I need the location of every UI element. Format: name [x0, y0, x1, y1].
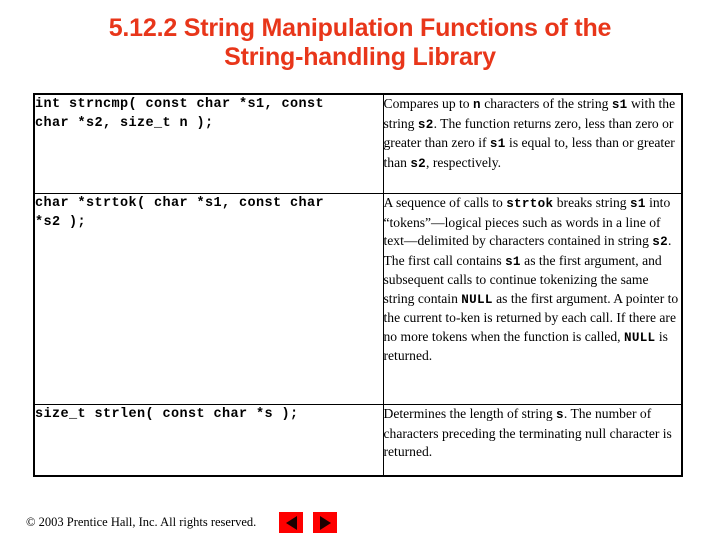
inline-text: Determines the length of string [383, 406, 557, 421]
triangle-left-icon [285, 515, 297, 530]
function-prototype-cell: int strncmp( const char *s1, const char … [33, 93, 384, 194]
inline-code: NULL [623, 330, 656, 345]
inline-code: s2 [652, 235, 668, 249]
inline-code: s2 [417, 117, 434, 132]
inline-code: s1 [505, 254, 521, 269]
function-prototype-cell: char *strtok( char *s1, const char *s2 )… [33, 193, 384, 405]
function-description-cell: A sequence of calls to strtok breaks str… [382, 193, 683, 405]
next-slide-button[interactable] [313, 512, 337, 533]
inline-code: s1 [611, 98, 628, 112]
inline-text: , respectively. [426, 154, 502, 170]
string-functions-table: int strncmp( const char *s1, const char … [33, 93, 683, 477]
inline-code: s1 [629, 197, 646, 211]
inline-text: Compares up to [383, 96, 473, 111]
page-title: 5.12.2 String Manipulation Functions of … [0, 14, 720, 72]
page-title-line-1: 5.12.2 String Manipulation Functions of … [108, 14, 612, 42]
slide-navigation [279, 512, 337, 533]
inline-code: n [472, 98, 481, 112]
inline-text: A sequence of calls to [383, 195, 507, 210]
table-row: size_t strlen( const char *s ); Determin… [33, 404, 683, 477]
function-prototype-cell: size_t strlen( const char *s ); [33, 404, 384, 477]
table-body: int strncmp( const char *s1, const char … [33, 93, 683, 477]
function-description-cell: Compares up to n characters of the strin… [382, 93, 683, 194]
previous-slide-button[interactable] [279, 512, 303, 533]
inline-code: s1 [489, 137, 506, 151]
function-description-cell: Determines the length of string s. The n… [382, 404, 683, 477]
inline-text: characters of the string [480, 96, 612, 111]
triangle-right-icon [319, 515, 331, 530]
inline-code: s [556, 408, 564, 422]
inline-code: s2 [410, 156, 427, 171]
table-row: int strncmp( const char *s1, const char … [33, 93, 683, 194]
inline-code: strtok [506, 197, 554, 211]
inline-code: NULL [461, 292, 493, 307]
copyright-notice: © 2003 Prentice Hall, Inc. All rights re… [26, 515, 257, 529]
table-row: char *strtok( char *s1, const char *s2 )… [33, 193, 683, 405]
page-title-line-2: String-handling Library [224, 43, 496, 71]
inline-text: breaks string [553, 195, 630, 210]
